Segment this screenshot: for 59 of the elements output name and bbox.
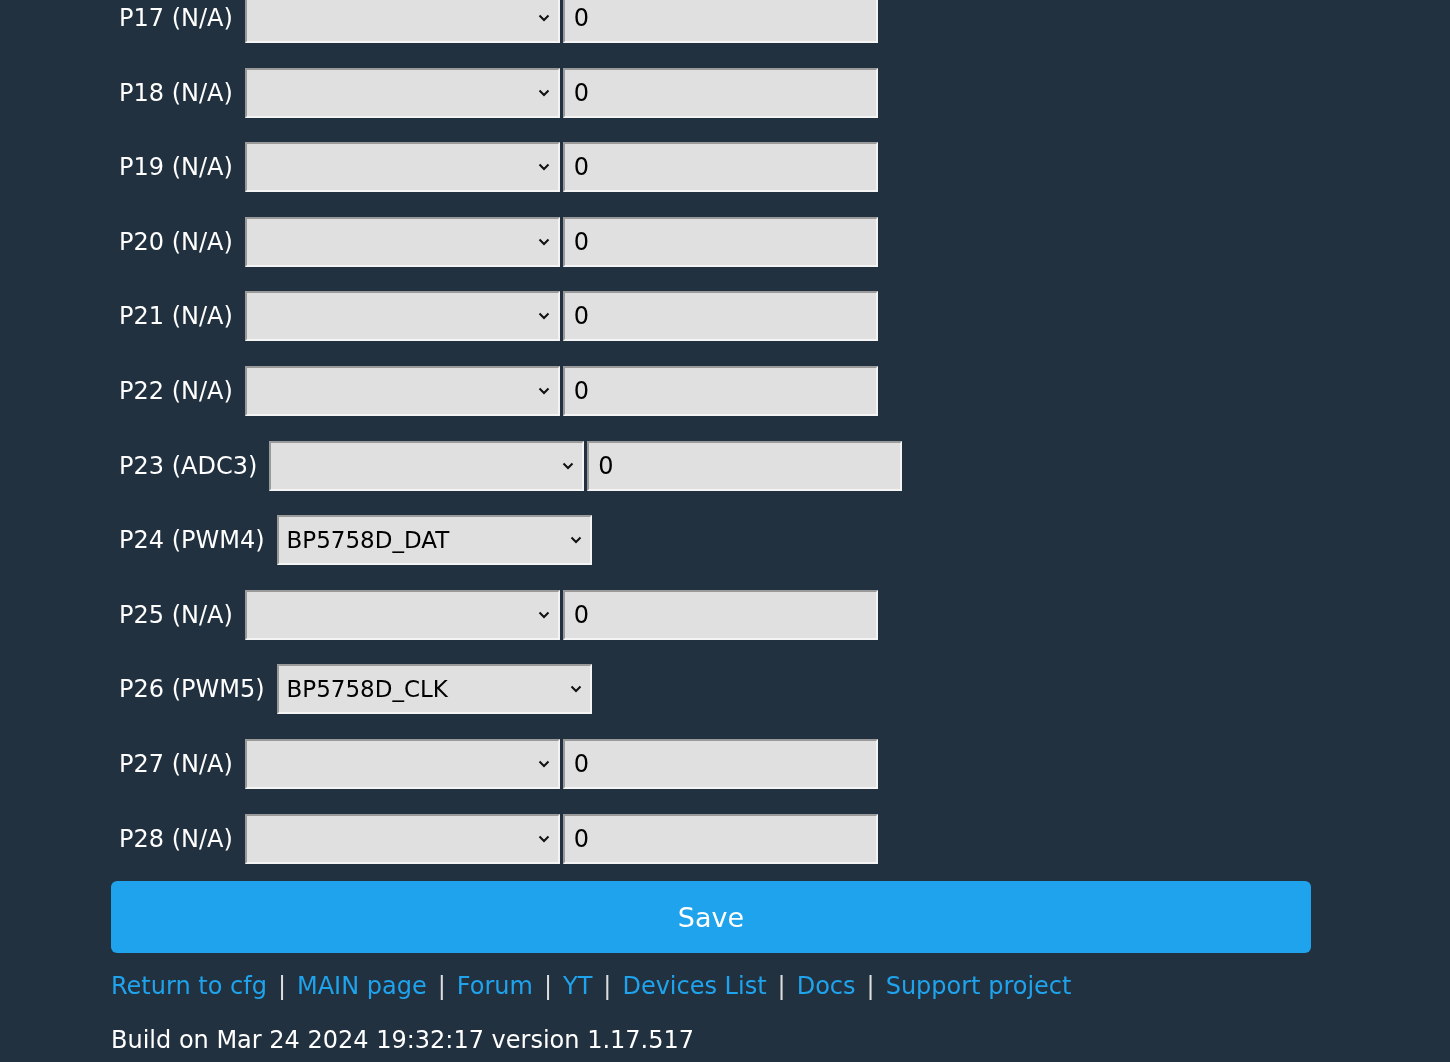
pin-label: P27 (N/A) xyxy=(119,749,233,778)
channel-field[interactable]: 0 xyxy=(562,813,878,864)
separator: | xyxy=(543,972,552,1001)
caret-icon xyxy=(569,685,582,694)
role-dropdown[interactable]: BP5758D_CLK xyxy=(276,664,592,715)
caret-icon xyxy=(569,536,582,545)
channel-field[interactable]: 0 xyxy=(562,589,878,640)
channel-field[interactable]: 0 xyxy=(562,365,878,416)
pin-label: P18 (N/A) xyxy=(119,78,233,107)
role-dropdown[interactable] xyxy=(269,440,585,491)
role-dropdown[interactable] xyxy=(244,142,560,193)
pin-label: P25 (N/A) xyxy=(119,600,233,629)
caret-icon xyxy=(537,759,550,768)
caret-icon xyxy=(537,237,550,246)
caret-icon xyxy=(537,163,550,172)
pin-label: P23 (ADC3) xyxy=(119,451,258,480)
pin-label: P20 (N/A) xyxy=(119,227,233,256)
separator: | xyxy=(777,972,786,1001)
pin-label: P17 (N/A) xyxy=(119,4,233,32)
channel-field[interactable]: 0 xyxy=(562,291,878,342)
nav-link[interactable]: Docs xyxy=(796,972,856,1001)
role-dropdown[interactable] xyxy=(244,738,560,789)
separator: | xyxy=(277,972,286,1001)
channel-field[interactable]: 0 xyxy=(562,0,878,43)
caret-icon xyxy=(537,14,550,22)
channel-field[interactable]: 0 xyxy=(562,142,878,193)
nav-link[interactable]: MAIN page xyxy=(296,972,427,1001)
caret-icon xyxy=(537,386,550,395)
role-dropdown[interactable] xyxy=(244,589,560,640)
role-dropdown[interactable] xyxy=(244,813,560,864)
pin-label: P22 (N/A) xyxy=(119,376,233,405)
caret-icon xyxy=(537,88,550,97)
nav-link[interactable]: Devices List xyxy=(622,972,767,1001)
role-dropdown[interactable] xyxy=(244,216,560,267)
role-dropdown[interactable] xyxy=(244,291,560,342)
separator: | xyxy=(603,972,612,1001)
pin-label: P19 (N/A) xyxy=(119,153,233,182)
caret-icon xyxy=(537,610,550,619)
pin-label: P24 (PWM4) xyxy=(119,526,265,555)
role-dropdown[interactable]: BP5758D_DAT xyxy=(276,515,592,566)
role-dropdown[interactable] xyxy=(244,365,560,416)
separator: | xyxy=(437,972,446,1001)
nav-link[interactable]: Support project xyxy=(885,972,1072,1001)
role-dropdown[interactable] xyxy=(244,67,560,118)
pin-label: P21 (N/A) xyxy=(119,302,233,331)
nav-link[interactable]: Forum xyxy=(456,972,533,1001)
caret-icon xyxy=(562,461,575,470)
nav-link[interactable]: YT xyxy=(563,972,593,1001)
nav-link[interactable]: Return to cfg xyxy=(111,972,267,1001)
caret-icon xyxy=(537,834,550,843)
separator: | xyxy=(866,972,875,1001)
caret-icon xyxy=(537,312,550,321)
channel-field[interactable]: 0 xyxy=(562,738,878,789)
build-info: Build on Mar 24 2024 19:32:17 version 1.17.517 xyxy=(111,1026,695,1055)
channel-field[interactable]: 0 xyxy=(562,216,878,267)
channel-field[interactable]: 0 xyxy=(562,67,878,118)
pin-label: P28 (N/A) xyxy=(119,824,233,853)
channel-field[interactable]: 0 xyxy=(587,440,903,491)
pin-label: P26 (PWM5) xyxy=(119,675,265,704)
